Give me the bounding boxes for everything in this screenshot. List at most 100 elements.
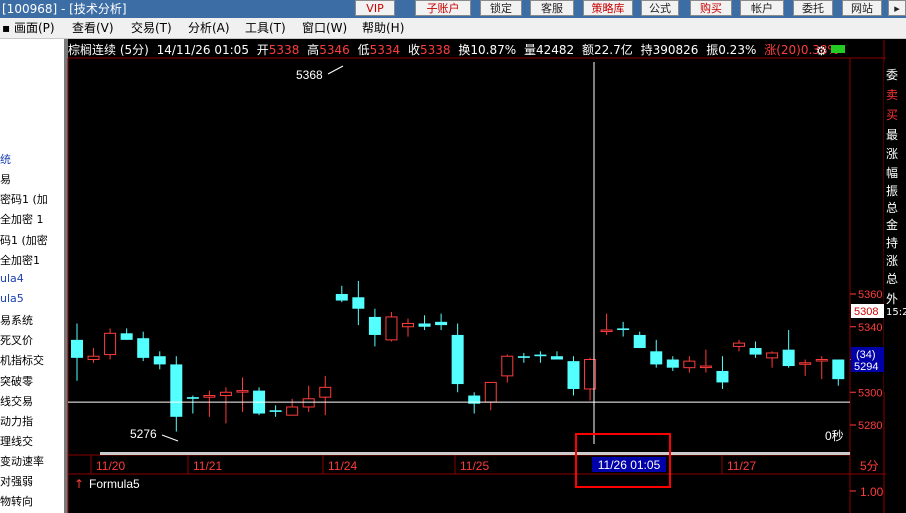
candle-body <box>550 356 563 360</box>
candle-body <box>137 338 150 358</box>
rp-time-label: 15:2 <box>886 307 906 318</box>
candle <box>120 328 133 340</box>
candle <box>286 398 299 416</box>
candle <box>253 387 266 416</box>
candle-body <box>650 351 663 365</box>
crosshair <box>68 62 850 444</box>
candle-body <box>269 410 282 412</box>
current-price-tag: 5308 <box>851 304 884 318</box>
annotation-low-label: 5276 <box>130 427 157 441</box>
candle-body <box>186 397 199 399</box>
y-tick-label: 5280 <box>858 420 882 432</box>
indicator-arrow-icon[interactable]: ↑ <box>74 477 84 491</box>
annotation-low-leader <box>161 434 179 442</box>
candle <box>435 313 448 331</box>
candles <box>71 280 845 432</box>
candle-body <box>534 354 547 357</box>
candle <box>501 354 514 383</box>
candle-body <box>87 355 100 361</box>
candle <box>650 339 663 368</box>
candle <box>170 356 183 432</box>
x-tick-label: 11/27 <box>727 459 756 473</box>
candle <box>186 395 199 414</box>
candle <box>683 356 696 373</box>
candle <box>418 315 431 331</box>
candle <box>219 387 232 424</box>
candle <box>550 351 563 360</box>
candle-body <box>832 359 845 380</box>
rp-buy-label: 买 <box>886 108 899 122</box>
crosshair-date-label: 11/26 01:05 <box>598 458 661 472</box>
y-tick-label: 5340 <box>858 322 882 334</box>
candle-body <box>219 391 232 397</box>
candle <box>749 341 762 358</box>
candle-body <box>104 332 117 356</box>
crosshair-price-label: 5294 <box>854 361 878 373</box>
candle-body <box>335 294 348 301</box>
candle <box>633 331 646 349</box>
candle-body <box>302 398 315 408</box>
candle <box>137 331 150 362</box>
current-price-label: 5308 <box>854 306 878 318</box>
rp-order-label: 委 <box>886 68 899 82</box>
scrollbar-track[interactable] <box>100 452 850 455</box>
candle <box>733 339 745 352</box>
y-tick-label: 5360 <box>858 289 882 301</box>
candle <box>269 405 282 417</box>
indicator-name[interactable]: Formula5 <box>89 477 140 491</box>
candle <box>71 323 83 381</box>
candle-body <box>484 381 497 403</box>
rp-percent-label: 幅 <box>886 166 899 180</box>
candle <box>468 392 481 414</box>
candle-body <box>699 365 712 369</box>
candle-body <box>517 356 530 358</box>
candle <box>600 313 613 335</box>
candle-body <box>153 356 166 365</box>
candle-body <box>319 386 332 398</box>
candle <box>319 375 332 416</box>
candle-body <box>203 395 216 398</box>
candle <box>104 328 117 360</box>
candlestick-chart[interactable]: 52805300532053405360 11/2011/2111/2411/2… <box>0 0 906 513</box>
candle-body <box>435 321 448 326</box>
candle-body <box>170 364 183 417</box>
settings-icon[interactable]: ⚙ <box>816 44 827 58</box>
chart-mode-icon[interactable] <box>831 45 845 53</box>
candle-body <box>766 352 779 359</box>
rp-last-label: 最 <box>886 128 899 142</box>
candle-body <box>567 361 580 389</box>
crosshair-date-tag: 11/26 01:05 <box>592 457 666 472</box>
candle <box>766 351 779 368</box>
candle-body <box>716 370 729 383</box>
candle <box>368 308 381 347</box>
rp-sell-label: 卖 <box>886 88 899 102</box>
candle-body <box>352 297 365 309</box>
candle-body <box>799 362 812 365</box>
rp-oi-label: 持 <box>886 236 899 250</box>
candle <box>617 321 630 337</box>
scrollbar[interactable] <box>100 452 850 455</box>
candle <box>153 351 166 370</box>
candle <box>517 352 530 363</box>
x-tick-label: 11/24 <box>328 459 357 473</box>
candle <box>699 349 712 373</box>
period-label: 5分 <box>860 459 879 473</box>
rp-limit-label: 涨 <box>886 254 899 268</box>
annotation-high-leader <box>327 65 344 75</box>
candle-body <box>617 328 630 331</box>
candle <box>236 377 249 412</box>
countdown-label: 0秒 <box>825 429 844 443</box>
candle-body <box>600 329 613 333</box>
candle <box>782 330 795 368</box>
candle <box>484 381 497 411</box>
annotation-high-label: 5368 <box>296 68 323 82</box>
x-tick-label: 11/20 <box>96 459 125 473</box>
candle <box>716 356 729 389</box>
rp-total2-label: 总 <box>886 272 899 286</box>
rp-outer-label: 外 <box>886 292 899 306</box>
candle-body <box>385 316 398 341</box>
candle-body <box>782 349 795 367</box>
rp-amp-label: 振 <box>886 184 899 198</box>
candle <box>302 385 315 412</box>
candle <box>385 312 398 342</box>
